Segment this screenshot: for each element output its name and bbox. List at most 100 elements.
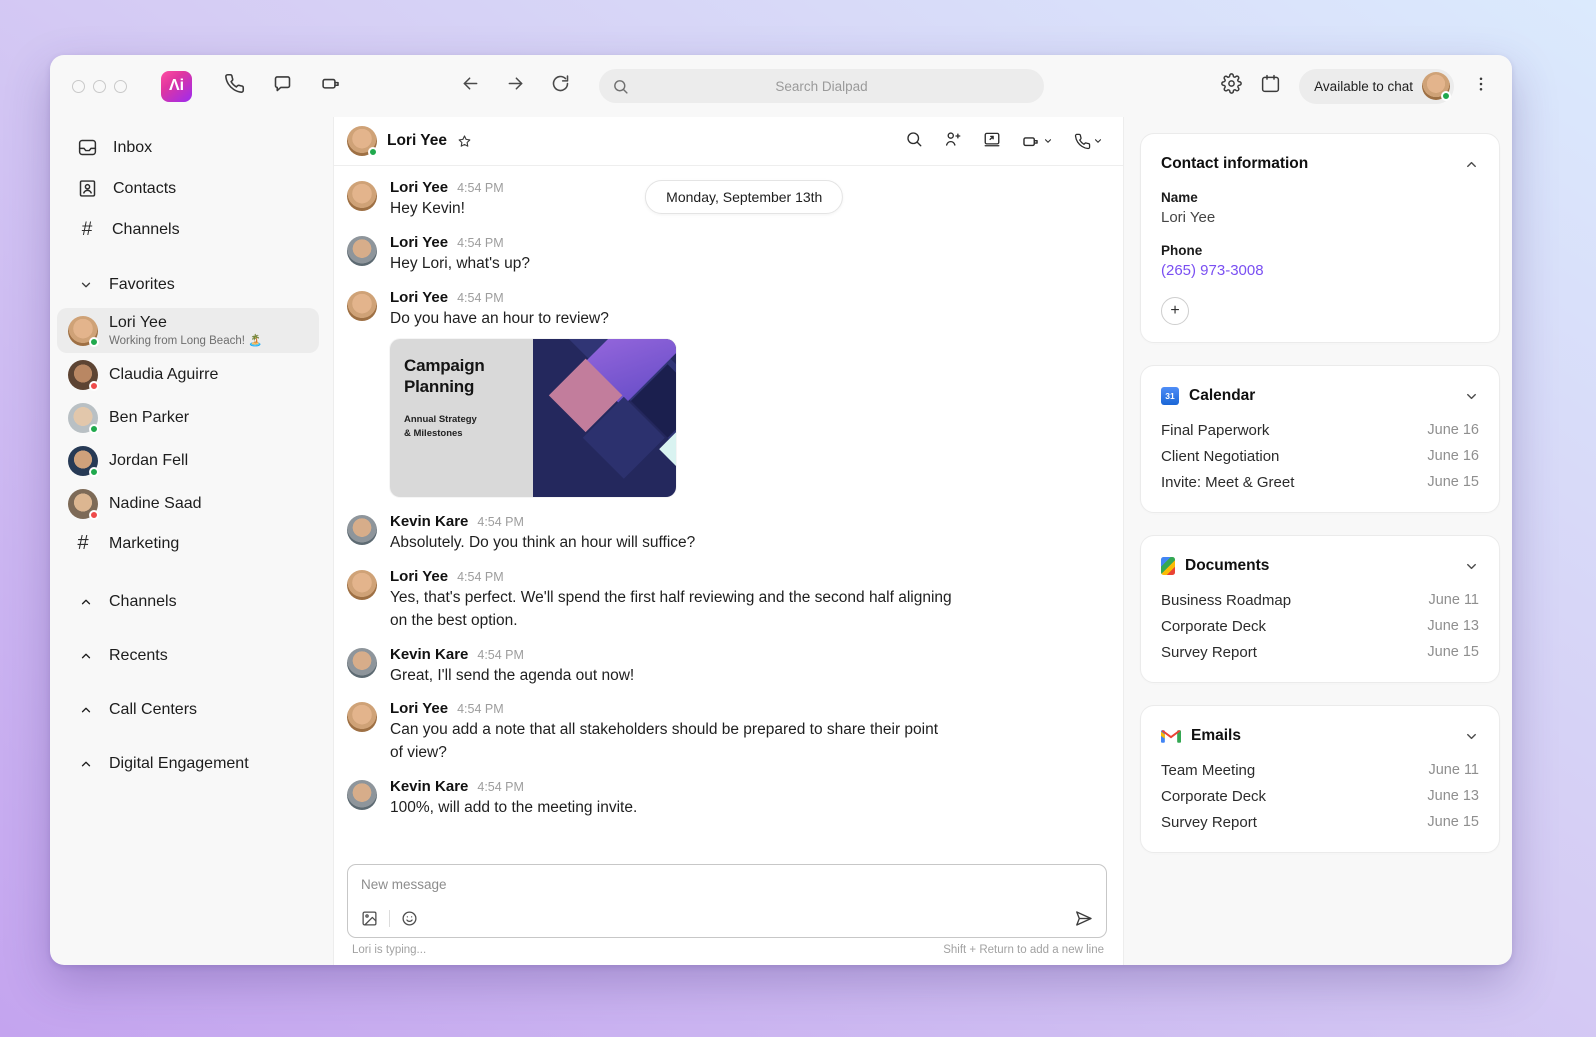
kebab-menu-icon[interactable] — [1472, 75, 1490, 98]
online-status-dot — [1441, 91, 1451, 101]
message-text: Absolutely. Do you think an hour will su… — [390, 534, 696, 552]
email-row[interactable]: Corporate Deck June 13 — [1161, 783, 1479, 809]
chevron-up-icon — [81, 653, 91, 659]
favorites-group-header[interactable]: Favorites — [50, 263, 333, 307]
email-row[interactable]: Team Meeting June 11 — [1161, 757, 1479, 783]
favorite-name: Nadine Saad — [109, 495, 202, 513]
phone-icon[interactable] — [224, 73, 245, 99]
name-field-label: Name — [1161, 190, 1198, 205]
chevron-up-icon[interactable] — [1464, 157, 1479, 172]
sidebar-item-channels[interactable]: # Channels — [50, 209, 333, 250]
document-row[interactable]: Corporate Deck June 13 — [1161, 613, 1479, 639]
refresh-button[interactable] — [550, 73, 571, 99]
chevron-down-icon[interactable] — [1464, 389, 1479, 404]
avatar — [68, 315, 99, 347]
message-composer[interactable] — [347, 864, 1107, 938]
attachment-subtitle-line2: & Milestones — [404, 428, 463, 440]
attachment-card[interactable]: Campaign Planning Annual Strategy & Mile… — [390, 339, 676, 498]
chevron-down-icon[interactable] — [1464, 729, 1479, 744]
emoji-icon[interactable] — [401, 910, 418, 927]
favorite-star-icon[interactable] — [457, 134, 472, 149]
screen-share-icon[interactable] — [983, 130, 1001, 153]
attach-image-icon[interactable] — [361, 910, 378, 927]
sidebar-item-inbox[interactable]: Inbox — [50, 127, 333, 168]
search-in-chat-icon[interactable] — [905, 130, 923, 153]
phone-field-value[interactable]: (265) 973-3008 — [1161, 262, 1479, 279]
chevron-down-icon — [1094, 139, 1102, 143]
message-text: Can you add a note that all stakeholders… — [390, 721, 939, 762]
global-search[interactable] — [599, 69, 1044, 103]
window-zoom-button[interactable] — [114, 79, 127, 93]
google-docs-icon — [1161, 557, 1175, 575]
message-list[interactable]: Monday, September 13th Lori Yee 4:54 PM H… — [334, 166, 1123, 858]
event-date: June 16 — [1427, 448, 1479, 464]
event-date: June 16 — [1427, 422, 1479, 438]
back-button[interactable] — [460, 73, 481, 99]
calendar-event-row[interactable]: Client Negotiation June 16 — [1161, 443, 1479, 469]
chat-icon[interactable] — [272, 73, 293, 99]
search-input[interactable] — [599, 69, 1044, 103]
call-button[interactable] — [1074, 133, 1103, 150]
favorite-item-claudia-aguirre[interactable]: Claudia Aguirre — [57, 354, 319, 396]
composer-area: Lori is typing... Shift + Return to add … — [334, 858, 1123, 965]
email-subject: Corporate Deck — [1161, 787, 1267, 805]
document-row[interactable]: Survey Report June 15 — [1161, 639, 1479, 665]
favorite-item-jordan-fell[interactable]: Jordan Fell — [57, 440, 319, 482]
message-author: Lori Yee — [390, 179, 449, 196]
message-time: 4:54 PM — [477, 515, 524, 530]
calendar-event-row[interactable]: Final Paperwork June 16 — [1161, 417, 1479, 443]
sidebar-section-digital-engagement[interactable]: Digital Engagement — [50, 737, 333, 791]
chevron-down-icon[interactable] — [1464, 559, 1479, 574]
availability-status-pill[interactable]: Available to chat — [1299, 68, 1454, 104]
window-close-button[interactable] — [72, 79, 85, 93]
message-text: Great, I'll send the agenda out now! — [390, 666, 635, 684]
avatar — [347, 515, 377, 546]
sidebar-section-recents[interactable]: Recents — [50, 629, 333, 683]
add-field-button[interactable]: + — [1161, 297, 1189, 325]
video-icon[interactable] — [320, 73, 342, 99]
forward-button[interactable] — [505, 73, 526, 99]
event-title: Invite: Meet & Greet — [1161, 473, 1295, 491]
sidebar-item-label: Inbox — [113, 138, 153, 156]
add-person-icon[interactable] — [944, 130, 962, 153]
video-call-button[interactable] — [1022, 132, 1053, 151]
window-minimize-button[interactable] — [93, 79, 106, 93]
sidebar-item-contacts[interactable]: Contacts — [50, 168, 333, 209]
message-time: 4:54 PM — [477, 647, 524, 662]
left-sidebar: Inbox Contacts # Channels Favorites Lori… — [50, 117, 333, 965]
sidebar-section-label: Channels — [109, 593, 177, 611]
favorite-item-ben-parker[interactable]: Ben Parker — [57, 397, 319, 439]
hash-icon: # — [77, 532, 89, 555]
message-input[interactable] — [361, 877, 1093, 892]
document-row[interactable]: Business Roadmap June 11 — [1161, 587, 1479, 613]
calendar-icon[interactable] — [1260, 73, 1281, 99]
favorite-item-lori-yee[interactable]: Lori Yee Working from Long Beach! 🏝️ — [57, 308, 319, 354]
favorite-item-marketing[interactable]: # Marketing — [57, 526, 319, 561]
calendar-event-row[interactable]: Invite: Meet & Greet June 15 — [1161, 469, 1479, 495]
favorite-item-nadine-saad[interactable]: Nadine Saad — [57, 483, 319, 525]
favorite-name: Claudia Aguirre — [109, 366, 219, 384]
sidebar-section-call-centers[interactable]: Call Centers — [50, 683, 333, 737]
email-row[interactable]: Survey Report June 15 — [1161, 809, 1479, 835]
message-author: Lori Yee — [390, 233, 449, 251]
right-panel: Contact information Name Lori Yee Phone … — [1124, 117, 1512, 965]
send-button[interactable] — [1074, 909, 1093, 928]
sidebar-section-channels[interactable]: Channels — [50, 575, 333, 629]
message-author: Lori Yee — [390, 700, 449, 718]
chevron-up-icon — [81, 599, 91, 605]
hash-icon: # — [81, 218, 93, 240]
favorites-group-label: Favorites — [109, 276, 175, 293]
video-icon — [1023, 136, 1038, 146]
message-author: Lori Yee — [390, 288, 449, 306]
availability-label: Available to chat — [1314, 78, 1413, 94]
sidebar-section-label: Recents — [109, 647, 168, 665]
message-author: Kevin Kare — [390, 778, 469, 796]
online-status-dot — [89, 467, 99, 478]
settings-gear-icon[interactable] — [1221, 73, 1243, 99]
contact-information-card: Contact information Name Lori Yee Phone … — [1140, 133, 1500, 343]
document-date: June 13 — [1427, 618, 1479, 634]
name-field-value: Lori Yee — [1161, 209, 1216, 226]
event-title: Final Paperwork — [1161, 421, 1270, 439]
message: Lori Yee 4:54 PM Yes, that's perfect. We'… — [347, 568, 1107, 633]
chat-header: Lori Yee — [334, 117, 1123, 166]
